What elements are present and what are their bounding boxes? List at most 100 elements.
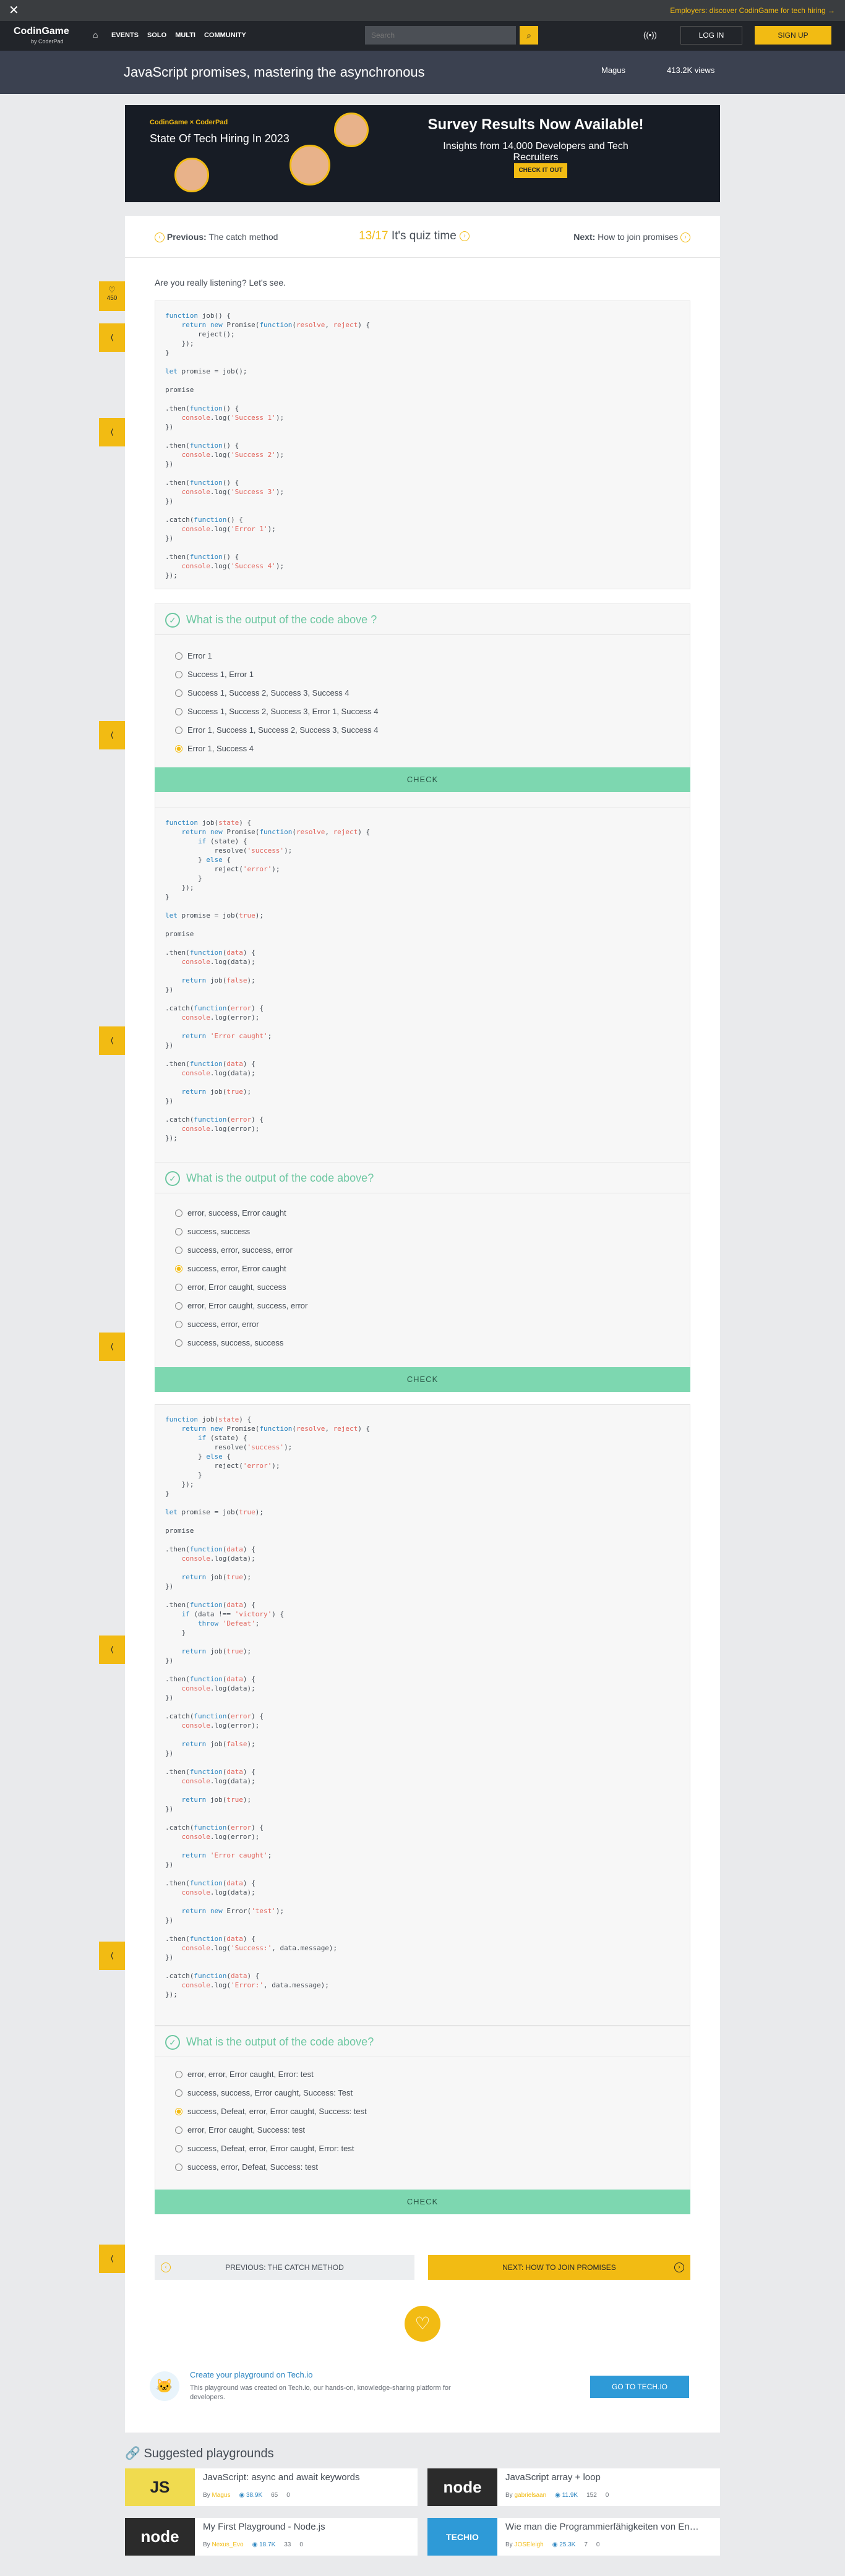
quiz-option[interactable]: success, Defeat, error, Error caught, Su…	[175, 2107, 367, 2117]
banner-headline: Survey Results Now Available!	[427, 116, 644, 133]
quiz-option[interactable]: Success 1, Success 2, Success 3, Success…	[175, 688, 350, 698]
playground-card[interactable]: TECHIO Wie man die Programmierfähigkeite…	[427, 2518, 720, 2556]
suggested-heading: 🔗 Suggested playgrounds	[125, 2447, 274, 2460]
share-button[interactable]: ⟨	[99, 1333, 125, 1361]
prev-chapter-button[interactable]: ‹ PREVIOUS: THE CATCH METHOD	[155, 2255, 414, 2280]
quiz-option[interactable]: error, Error caught, success	[175, 1282, 286, 1292]
quiz-option[interactable]: error, Error caught, Success: test	[175, 2125, 305, 2135]
playground-card[interactable]: JS JavaScript: async and await keywords …	[125, 2468, 418, 2506]
tech-io-cat-icon: 🐱	[150, 2371, 179, 2401]
quiz-option[interactable]: Success 1, Success 2, Success 3, Error 1…	[175, 707, 379, 717]
card-thumbnail: TECHIO	[427, 2518, 497, 2556]
nav-item-solo[interactable]: SOLO	[147, 32, 166, 39]
quiz-option[interactable]: Error 1, Success 1, Success 2, Success 3…	[175, 725, 379, 735]
radio-icon	[175, 2126, 182, 2134]
share-icon: ⟨	[110, 427, 114, 437]
quiz-option[interactable]: success, success, success	[175, 1338, 283, 1348]
signup-button[interactable]: SIGN UP	[755, 26, 831, 45]
radio-icon	[175, 1228, 182, 1235]
quiz-option[interactable]: success, error, error	[175, 1320, 259, 1329]
playground-card[interactable]: node My First Playground - Node.js By Ne…	[125, 2518, 418, 2556]
nav-item-events[interactable]: EVENTS	[111, 32, 139, 39]
radio-icon	[175, 708, 182, 715]
ad-banner[interactable]: CodinGame × CoderPad State Of Tech Hirin…	[125, 105, 720, 202]
radio-icon	[175, 1339, 182, 1347]
card-meta: By Nexus_Evo ◉ 18.7K 33 0	[203, 2541, 303, 2548]
radio-icon	[175, 727, 182, 734]
share-button[interactable]: ⟨	[99, 2245, 125, 2273]
quiz-option[interactable]: error, success, Error caught	[175, 1208, 286, 1218]
playground-card[interactable]: node JavaScript array + loop By gabriels…	[427, 2468, 720, 2506]
code-block: function job(state) { return new Promise…	[155, 1404, 690, 2026]
chevron-down-icon[interactable]: ›	[460, 231, 470, 241]
quiz-option[interactable]: Error 1	[175, 651, 212, 661]
home-icon[interactable]: ⌂	[93, 30, 98, 40]
check-button[interactable]: CHECK	[155, 2190, 690, 2214]
share-button[interactable]: ⟨	[99, 1026, 125, 1055]
intro-text: Are you really listening? Let's see.	[155, 278, 286, 288]
live-icon[interactable]: ((•))	[643, 30, 657, 40]
radio-icon	[175, 2164, 182, 2171]
radio-icon	[175, 2145, 182, 2152]
quiz-option[interactable]: Success 1, Error 1	[175, 670, 254, 680]
author-name[interactable]: Magus	[601, 66, 625, 75]
banner-cta-button[interactable]: CHECK IT OUT	[514, 163, 567, 178]
share-button[interactable]: ⟨	[99, 721, 125, 749]
check-button[interactable]: CHECK	[155, 767, 690, 792]
prev-link[interactable]: ‹ Previous: The catch method	[155, 232, 278, 243]
quiz-option[interactable]: success, error, success, error	[175, 1245, 293, 1255]
banner-avatar	[174, 158, 209, 192]
check-button[interactable]: CHECK	[155, 1367, 690, 1392]
card-title: JavaScript array + loop	[505, 2472, 601, 2483]
share-icon: ⟨	[110, 333, 114, 342]
radio-icon	[175, 745, 182, 753]
close-icon[interactable]: ✕	[9, 4, 19, 17]
go-to-techio-button[interactable]: GO TO TECH.IO	[590, 2376, 689, 2398]
share-icon: ⟨	[110, 1951, 114, 1960]
card-thumbnail: JS	[125, 2468, 195, 2506]
share-button[interactable]: ⟨	[99, 1636, 125, 1664]
share-icon: ⟨	[110, 730, 114, 740]
logo[interactable]: CodinGame by CoderPad	[14, 27, 69, 46]
next-link[interactable]: Next: How to join promises ›	[573, 232, 690, 243]
radio-icon	[175, 652, 182, 660]
chevron-right-icon: ›	[674, 2263, 684, 2272]
quiz-option[interactable]: success, Defeat, error, Error caught, Er…	[175, 2144, 354, 2154]
share-button[interactable]: ⟨	[99, 323, 125, 352]
radio-icon	[175, 1321, 182, 1328]
link-icon: 🔗	[125, 2447, 140, 2460]
search-icon[interactable]: ⌕	[520, 26, 538, 45]
banner-brand: CodinGame × CoderPad	[150, 119, 228, 126]
search-input[interactable]	[365, 26, 516, 45]
heart-icon[interactable]: ♡	[405, 2306, 440, 2342]
radio-icon	[175, 671, 182, 678]
nav-item-multi[interactable]: MULTI	[175, 32, 195, 39]
quiz-option[interactable]: success, success	[175, 1227, 250, 1237]
nav-menu: EVENTS SOLO MULTI COMMUNITY	[111, 32, 246, 39]
quiz-option[interactable]: error, Error caught, success, error	[175, 1301, 307, 1311]
share-button[interactable]: ⟨	[99, 418, 125, 446]
nav-item-community[interactable]: COMMUNITY	[204, 32, 246, 39]
share-icon: ⟨	[110, 2254, 114, 2263]
quiz-option[interactable]: success, success, Error caught, Success:…	[175, 2088, 353, 2098]
check-circle-icon: ✓	[165, 1171, 180, 1186]
share-button[interactable]: ⟨	[99, 1942, 125, 1970]
promo-link[interactable]: Employers: discover CodinGame for tech h…	[670, 6, 835, 15]
next-chapter-button[interactable]: NEXT: HOW TO JOIN PROMISES ›	[428, 2255, 690, 2280]
quiz-option[interactable]: Error 1, Success 4	[175, 744, 254, 754]
code-block: function job(state) { return new Promise…	[155, 808, 690, 1166]
quiz-option[interactable]: error, error, Error caught, Error: test	[175, 2070, 314, 2079]
techio-title[interactable]: Create your playground on Tech.io	[190, 2370, 313, 2379]
pager: ‹ Previous: The catch method 13/17 It's …	[155, 229, 690, 245]
card-meta: By Magus ◉ 38.9K 65 0	[203, 2492, 290, 2499]
card-title: Wie man die Programmierfähigkeiten von E…	[505, 2522, 699, 2532]
like-button[interactable]: ♡ 450	[99, 281, 125, 311]
check-circle-icon: ✓	[165, 2035, 180, 2050]
eye-icon: ◉ 25.3K	[552, 2541, 576, 2548]
main-nav: CodinGame by CoderPad ⌂ EVENTS SOLO MULTI…	[0, 21, 845, 51]
quiz-option[interactable]: success, error, Error caught	[175, 1264, 286, 1274]
quiz-option[interactable]: success, error, Defeat, Success: test	[175, 2162, 318, 2172]
login-button[interactable]: LOG IN	[680, 26, 742, 45]
share-icon: ⟨	[110, 1342, 114, 1351]
radio-icon	[175, 1284, 182, 1291]
